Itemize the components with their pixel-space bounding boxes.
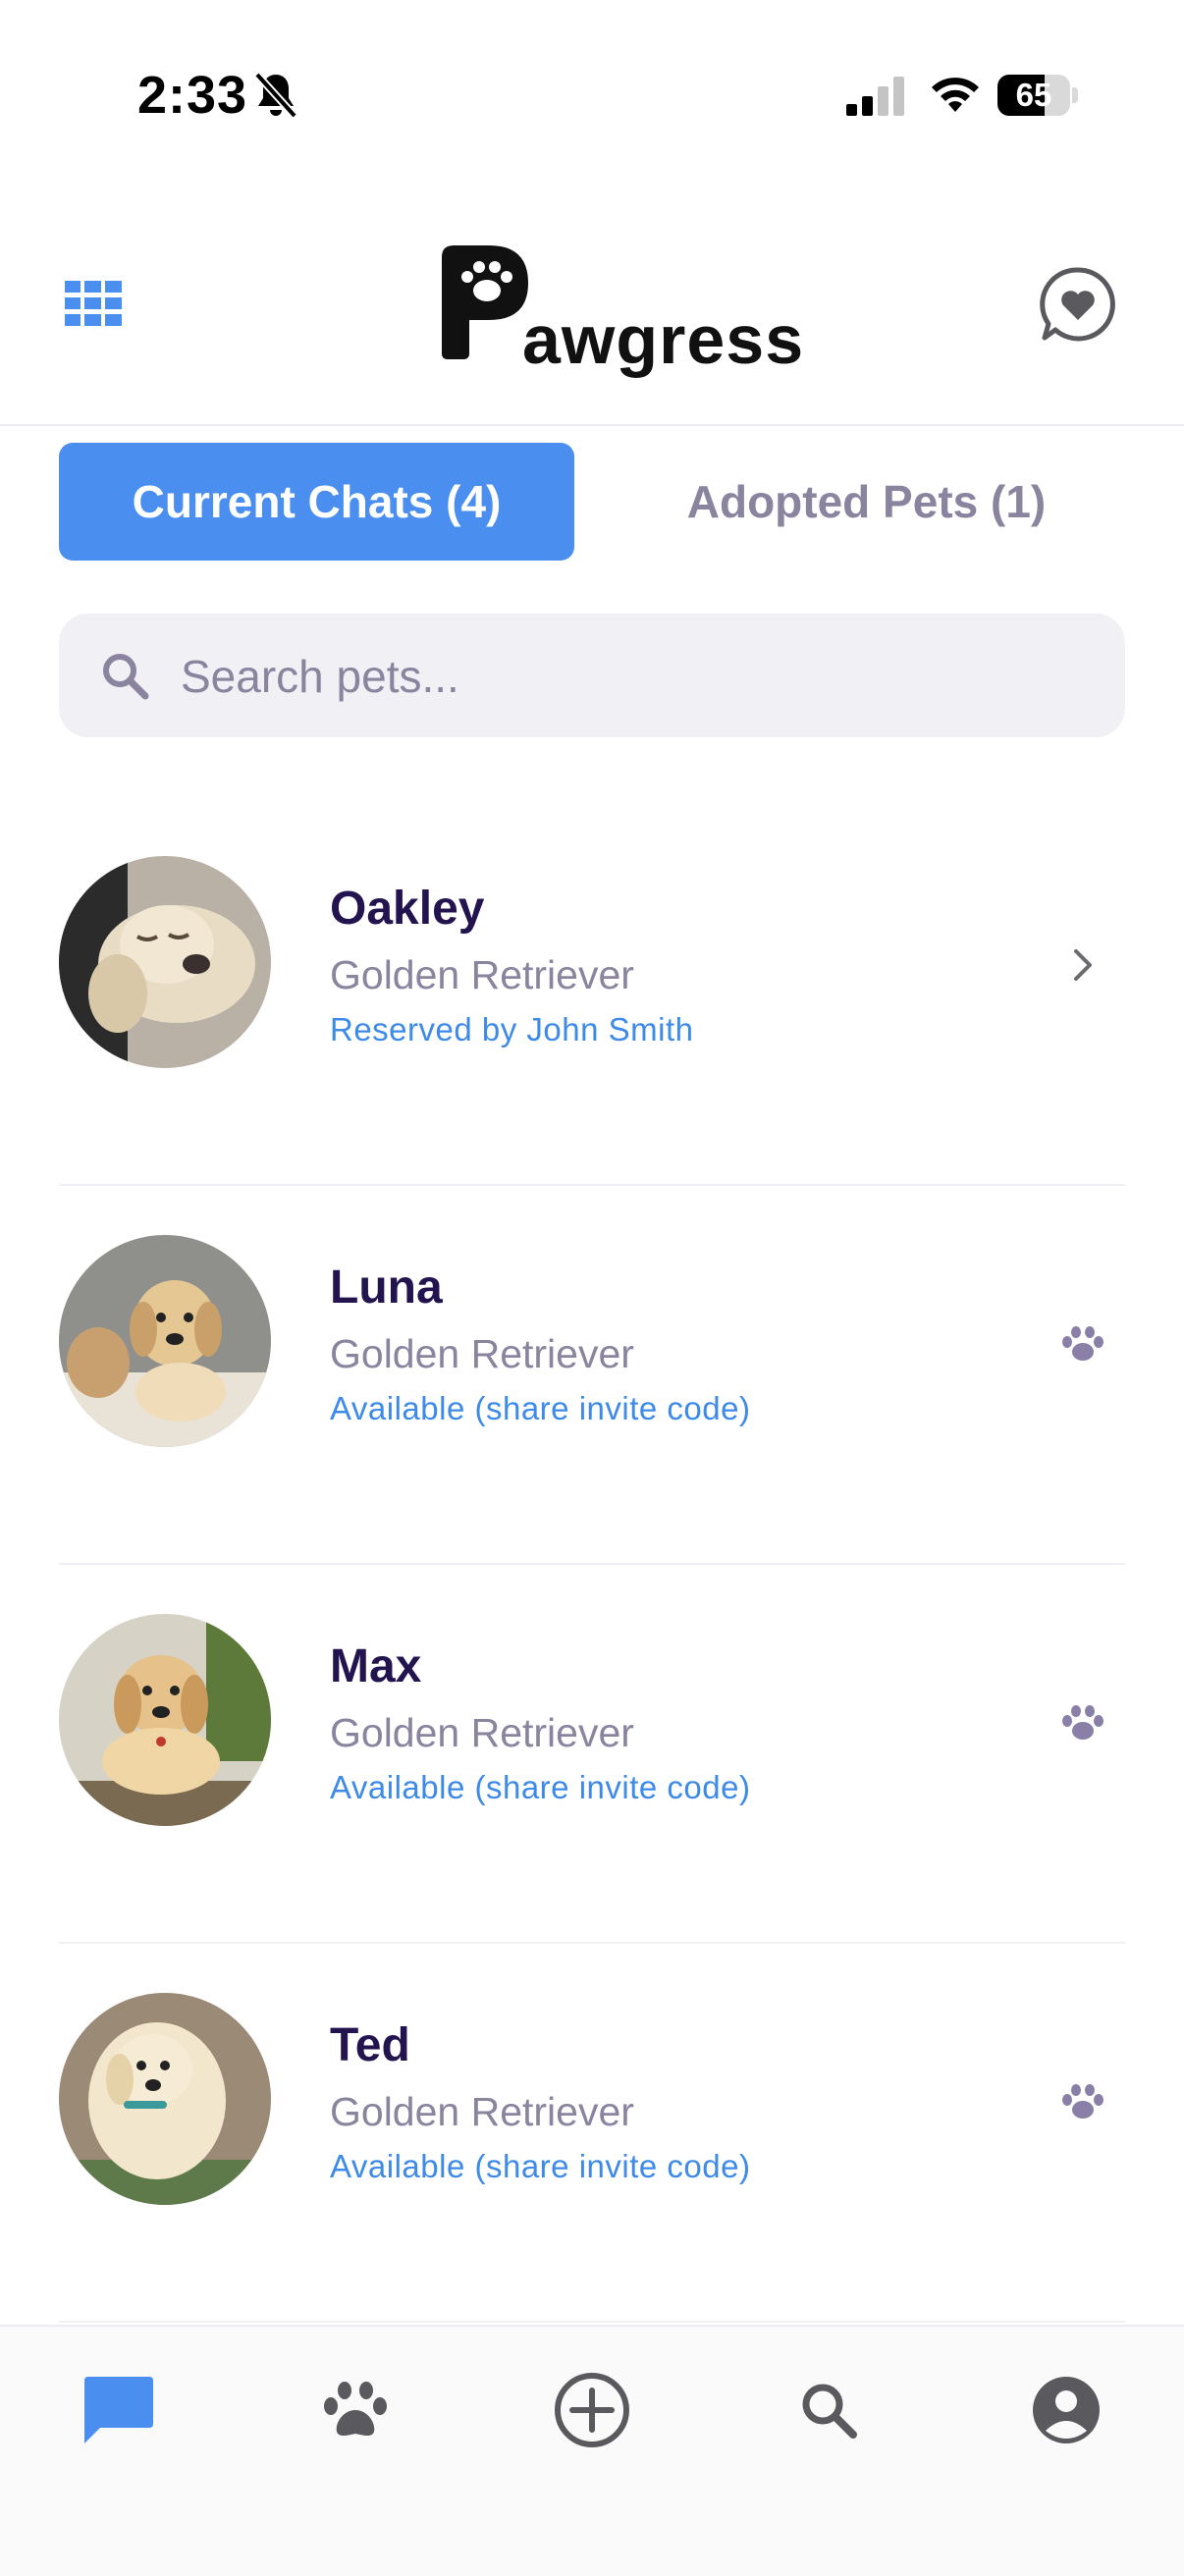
- pet-breed: Golden Retriever: [330, 1710, 634, 1755]
- nav-search[interactable]: [760, 2327, 897, 2494]
- paw-icon: [1062, 2084, 1103, 2119]
- wifi-icon: [932, 78, 979, 112]
- favorites-chat-icon[interactable]: [1039, 265, 1117, 344]
- logo-paw-p-icon: [442, 245, 528, 359]
- tab-adopted-pets[interactable]: Adopted Pets (1): [609, 443, 1124, 561]
- pet-avatar: [59, 856, 271, 1068]
- add-circle-icon: [555, 2373, 629, 2447]
- row-chevron[interactable]: [1052, 935, 1113, 995]
- search-input[interactable]: [179, 614, 1096, 739]
- cellular-signal-icon: [846, 77, 904, 116]
- bell-muted-icon: [254, 72, 297, 119]
- row-paw[interactable]: [1052, 2071, 1113, 2132]
- grid-menu-icon[interactable]: [65, 281, 122, 326]
- luna-photo: [59, 1235, 271, 1447]
- pet-list-item[interactable]: Luna Golden Retriever Available (share i…: [0, 1186, 1184, 1565]
- max-photo: [59, 1614, 271, 1826]
- nav-profile[interactable]: [997, 2327, 1135, 2494]
- logo-text: awgress: [522, 301, 805, 378]
- pawgress-logo: awgress: [440, 236, 803, 378]
- row-paw[interactable]: [1052, 1314, 1113, 1374]
- pet-status: Available (share invite code): [330, 1769, 751, 1805]
- bottom-nav-bar: [0, 2325, 1184, 2576]
- search-icon: [802, 2384, 857, 2439]
- pet-name: Ted: [330, 2019, 410, 2071]
- pet-name: Luna: [330, 1261, 443, 1314]
- battery-indicator: 65: [997, 75, 1078, 116]
- pet-status: Reserved by John Smith: [330, 1011, 694, 1047]
- pet-name: Max: [330, 1640, 422, 1692]
- nav-add[interactable]: [523, 2327, 661, 2494]
- paw-icon: [324, 2382, 387, 2436]
- battery-percentage: 65: [1015, 77, 1052, 113]
- status-time: 2:33: [137, 66, 248, 125]
- pet-list-item[interactable]: Ted Golden Retriever Available (share in…: [0, 1944, 1184, 2323]
- pet-avatar: [59, 1993, 271, 2205]
- profile-icon: [1033, 2377, 1100, 2443]
- row-paw[interactable]: [1052, 1692, 1113, 1753]
- pet-breed: Golden Retriever: [330, 952, 634, 997]
- chevron-right-icon: [1074, 949, 1092, 981]
- pet-list-item[interactable]: Max Golden Retriever Available (share in…: [0, 1565, 1184, 1944]
- pet-breed: Golden Retriever: [330, 2089, 634, 2134]
- pet-list-item[interactable]: Oakley Golden Retriever Reserved by John…: [0, 807, 1184, 1186]
- paw-icon: [1062, 1705, 1103, 1740]
- search-bar: [59, 614, 1125, 739]
- pet-avatar: [59, 1235, 271, 1447]
- app-header: awgress: [0, 196, 1184, 426]
- pet-status: Available (share invite code): [330, 2148, 751, 2184]
- pet-breed: Golden Retriever: [330, 1331, 634, 1376]
- oakley-photo: [59, 856, 271, 1068]
- pet-avatar: [59, 1614, 271, 1826]
- nav-chats[interactable]: [49, 2327, 187, 2494]
- tab-current-chats[interactable]: Current Chats (4): [59, 443, 574, 561]
- ted-photo: [59, 1993, 271, 2205]
- chat-icon: [84, 2377, 153, 2443]
- search-icon: [103, 654, 149, 700]
- nav-pets[interactable]: [287, 2327, 424, 2494]
- pet-name: Oakley: [330, 883, 485, 935]
- pet-status: Available (share invite code): [330, 1390, 751, 1426]
- paw-icon: [1062, 1326, 1103, 1361]
- pet-chat-list: Oakley Golden Retriever Reserved by John…: [0, 807, 1184, 2323]
